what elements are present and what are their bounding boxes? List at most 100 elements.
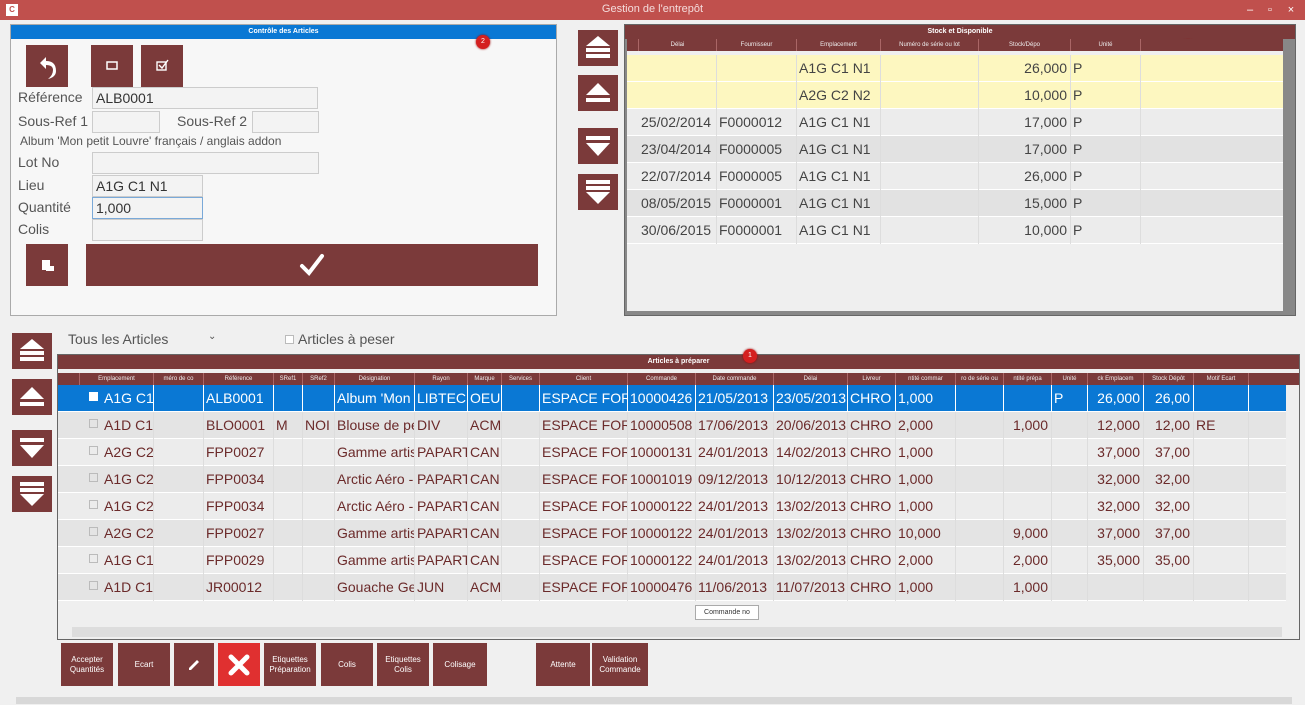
articles-first-button[interactable] xyxy=(12,333,52,369)
peser-checkbox-row[interactable]: Articles à peser xyxy=(285,331,394,347)
cell-sref1 xyxy=(274,547,303,574)
sousref2-label: Sous-Ref 2 xyxy=(177,113,248,129)
print-button[interactable] xyxy=(26,244,68,286)
cell-livreur: CHRO xyxy=(848,493,896,520)
minimize-button[interactable]: – xyxy=(1242,2,1258,18)
stock-col-lot[interactable]: Numéro de série ou lot xyxy=(881,39,979,51)
stock-col-fournisseur[interactable]: Fournisseur xyxy=(717,39,797,51)
stock-col-emplacement[interactable]: Emplacement xyxy=(797,39,881,51)
cell-client: ESPACE FOR xyxy=(540,493,628,520)
stock-row[interactable]: 25/02/2014 F0000012 A1G C1 N1 17,000 P xyxy=(627,109,1283,136)
articles-col-motif[interactable]: Motif Ecart xyxy=(1194,373,1249,385)
articles-filter-value: Tous les Articles xyxy=(68,331,169,347)
table-row[interactable]: A1G C2 N1 FPP0034 Arctic Aéro -PAPARTCAN ES… xyxy=(58,466,1286,493)
articles-col-numero[interactable]: méro de co xyxy=(154,373,204,385)
row-checkbox[interactable] xyxy=(89,581,98,590)
sousref2-field[interactable] xyxy=(252,111,319,133)
validation-commande-button[interactable]: Validation Commande xyxy=(592,643,648,686)
articles-col-delai[interactable]: Délai xyxy=(774,373,848,385)
row-checkbox[interactable] xyxy=(89,500,98,509)
articles-col-client[interactable]: Client xyxy=(540,373,628,385)
horizontal-scrollbar[interactable] xyxy=(72,627,1282,637)
stock-last-button[interactable] xyxy=(578,174,618,210)
stock-col-unite[interactable]: Unité xyxy=(1071,39,1141,51)
articles-filter-dropdown[interactable]: Tous les Articles ⌄ xyxy=(68,331,222,349)
row-checkbox[interactable] xyxy=(89,446,98,455)
stock-prev-button[interactable] xyxy=(578,75,618,111)
cell-numero xyxy=(154,547,204,574)
table-row[interactable]: A1G C2 N1 FPP0034 Arctic Aéro -PAPARTCAN ES… xyxy=(58,493,1286,520)
table-row[interactable]: A2G C2 N1 FPP0027 Gamme artisPAPARTCAN ESPA… xyxy=(58,439,1286,466)
window-scrollbar[interactable] xyxy=(16,697,1292,704)
row-checkbox[interactable] xyxy=(89,473,98,482)
etiquettes-preparation-button[interactable]: Etiquettes Préparation xyxy=(264,643,316,686)
sousref1-field[interactable] xyxy=(92,111,160,133)
articles-col-designation[interactable]: Désignation xyxy=(335,373,415,385)
cell-livreur: CHRO xyxy=(848,439,896,466)
articles-col-qte-cmd[interactable]: ntité commar xyxy=(896,373,956,385)
table-row[interactable]: A1G C1 N1 ALB0001 Album 'MonLIBTECHOEU ESPA… xyxy=(58,385,1286,412)
maximize-button[interactable]: ▫ xyxy=(1262,2,1278,18)
row-checkbox[interactable] xyxy=(89,392,98,401)
stock-row[interactable]: 30/06/2015 F0000001 A1G C1 N1 10,000 P xyxy=(627,217,1283,244)
stock-col-delai[interactable]: Délai xyxy=(639,39,717,51)
articles-last-button[interactable] xyxy=(12,476,52,512)
cell-designation: Gamme artis xyxy=(335,547,415,574)
cell-motif xyxy=(1194,439,1249,466)
articles-prev-button[interactable] xyxy=(12,379,52,415)
articles-col-date[interactable]: Date commande xyxy=(696,373,774,385)
accepter-quantites-button[interactable]: Accepter Quantités xyxy=(61,643,113,686)
ecart-button[interactable]: Ecart xyxy=(118,643,170,686)
attente-button[interactable]: Attente xyxy=(536,643,590,686)
back-button[interactable] xyxy=(26,45,68,87)
check-square-button[interactable] xyxy=(141,45,183,87)
validate-button[interactable] xyxy=(86,244,538,286)
articles-next-button[interactable] xyxy=(12,430,52,466)
stock-row[interactable]: A1G C1 N1 26,000 P xyxy=(627,55,1283,82)
peser-checkbox[interactable] xyxy=(285,335,294,344)
table-row[interactable]: A1G C1 N2 FPP0029 Gamme artisPAPARTCAN ESPA… xyxy=(58,547,1286,574)
stock-row[interactable]: A2G C2 N2 10,000 P xyxy=(627,82,1283,109)
close-window-button[interactable]: × xyxy=(1283,2,1299,18)
delete-button[interactable] xyxy=(218,643,260,686)
etiquettes-colis-button[interactable]: Etiquettes Colis xyxy=(377,643,429,686)
row-checkbox[interactable] xyxy=(89,419,98,428)
row-checkbox[interactable] xyxy=(89,527,98,536)
quantite-field[interactable]: 1,000 xyxy=(92,197,203,219)
articles-col-emplacement[interactable]: Emplacement xyxy=(80,373,154,385)
articles-col-stock-depot[interactable]: Stock Dépôt xyxy=(1144,373,1194,385)
articles-col-sref2[interactable]: SRef2 xyxy=(303,373,335,385)
checkbox-empty-button[interactable] xyxy=(91,45,133,87)
lot-field[interactable] xyxy=(92,152,319,174)
table-row[interactable]: A1D C1 N2 BLO0001MNOIBlouse de peDIVACM ES… xyxy=(58,412,1286,439)
articles-col-sref1[interactable]: SRef1 xyxy=(274,373,303,385)
table-row[interactable]: A1D C1 N1 JR00012 Gouache GeJUNACM ESPACE F… xyxy=(58,574,1286,601)
articles-col-reference[interactable]: Référence xyxy=(204,373,274,385)
table-row[interactable]: A2G C2 N1 FPP0027 Gamme artisPAPARTCAN ESPA… xyxy=(58,520,1286,547)
articles-col-unite[interactable]: Unité xyxy=(1052,373,1088,385)
stock-row[interactable]: 08/05/2015 F0000001 A1G C1 N1 15,000 P xyxy=(627,190,1283,217)
articles-col-serie[interactable]: ro de série ou xyxy=(956,373,1004,385)
articles-col-livreur[interactable]: Livreur xyxy=(848,373,896,385)
articles-col-commande[interactable]: Commande xyxy=(628,373,696,385)
edit-button[interactable] xyxy=(174,643,214,686)
colis-field[interactable] xyxy=(92,219,203,241)
stock-cell-stock: 26,000 xyxy=(979,163,1071,190)
row-checkbox[interactable] xyxy=(89,554,98,563)
articles-col-qte-prep[interactable]: ntité prépa xyxy=(1004,373,1052,385)
articles-col-marque[interactable]: Marque xyxy=(468,373,502,385)
reference-field[interactable]: ALB0001 xyxy=(92,87,318,109)
cell-qte-cmd: 1,000 xyxy=(896,385,956,412)
stock-next-button[interactable] xyxy=(578,128,618,164)
articles-col-services[interactable]: Services xyxy=(502,373,540,385)
stock-cell-delai: 25/02/2014 xyxy=(639,109,717,136)
lieu-field[interactable]: A1G C1 N1 xyxy=(92,175,203,197)
stock-row[interactable]: 22/07/2014 F0000005 A1G C1 N1 26,000 P xyxy=(627,163,1283,190)
stock-first-button[interactable] xyxy=(578,30,618,66)
colis-button[interactable]: Colis xyxy=(321,643,373,686)
articles-col-stock-emp[interactable]: ck Emplacem xyxy=(1088,373,1144,385)
articles-col-rayon[interactable]: Rayon xyxy=(415,373,468,385)
stock-col-stock[interactable]: Stock/Dépo xyxy=(979,39,1071,51)
stock-row[interactable]: 23/04/2014 F0000005 A1G C1 N1 17,000 P xyxy=(627,136,1283,163)
colisage-button[interactable]: Colisage xyxy=(433,643,487,686)
